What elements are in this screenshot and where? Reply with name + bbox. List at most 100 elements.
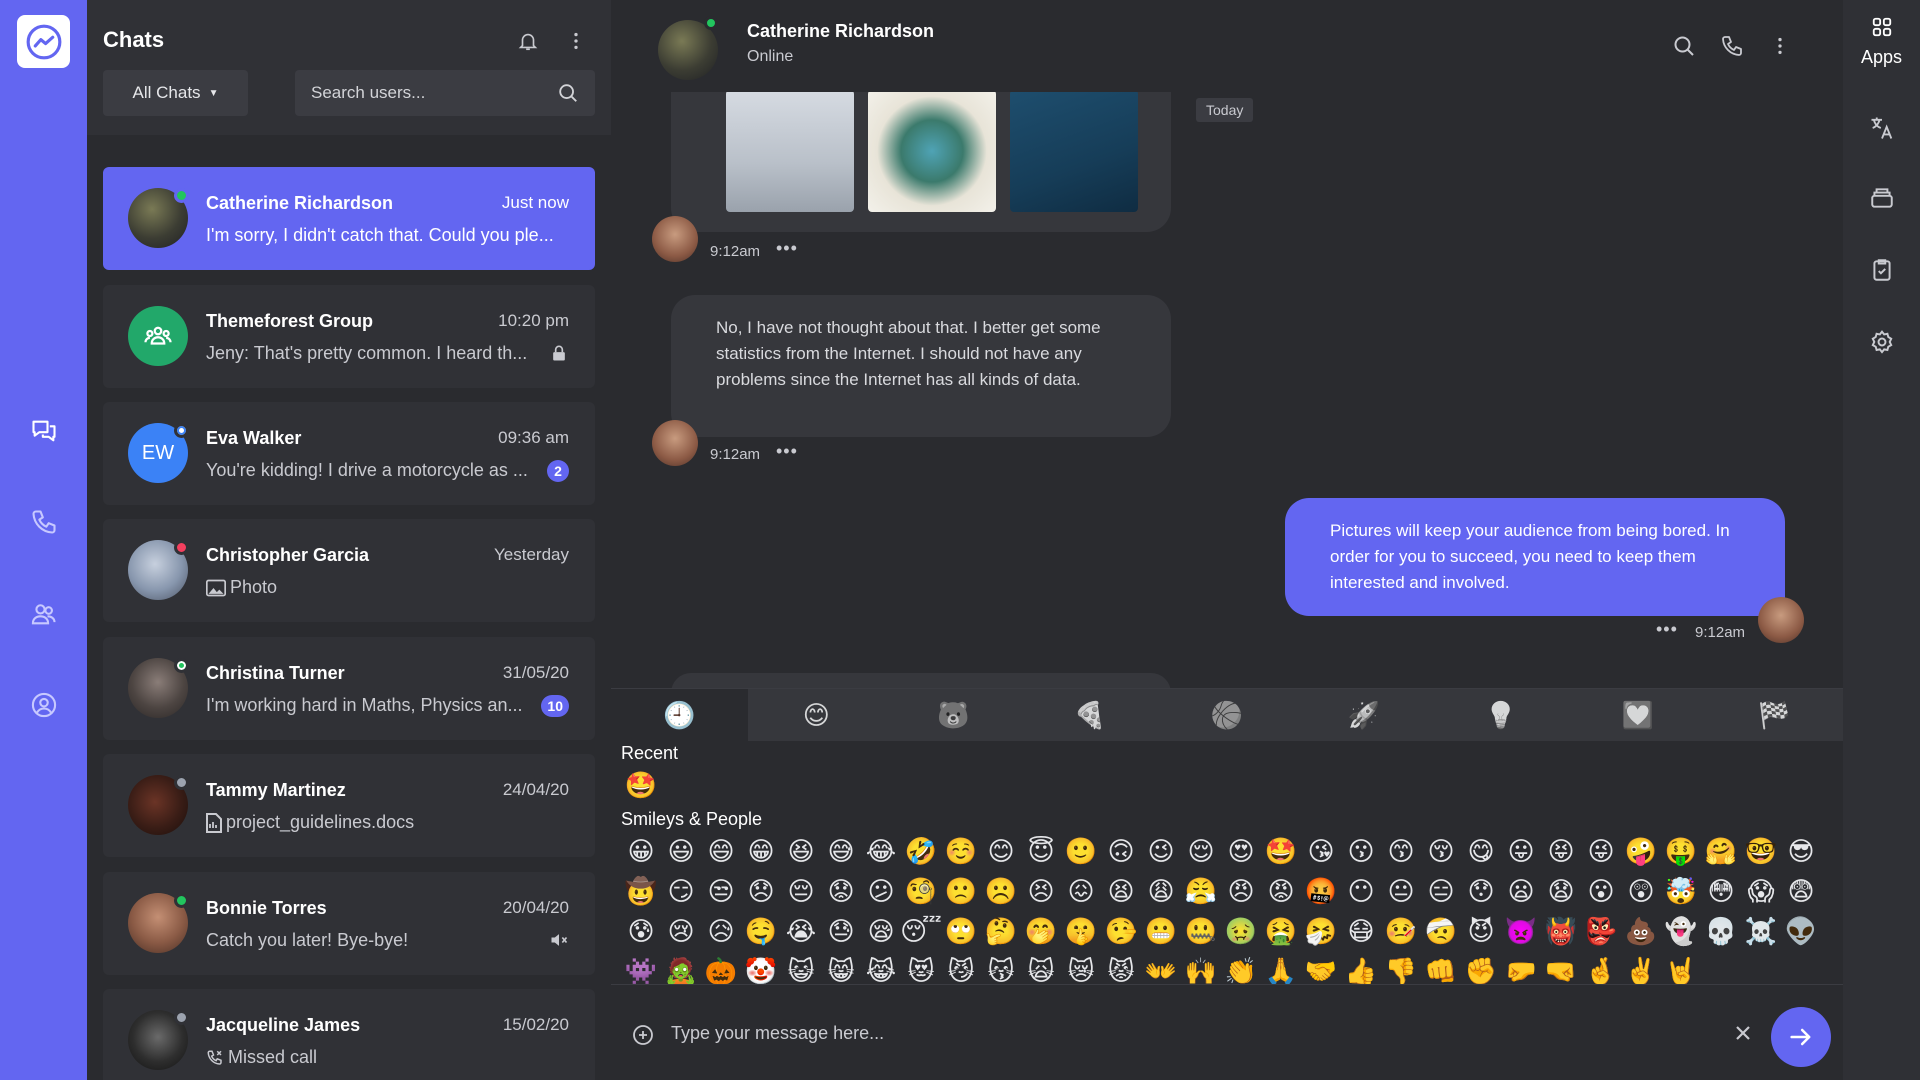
translate-icon[interactable] [1843,108,1920,148]
tab-animals[interactable]: 🐻 [885,689,1022,741]
emoji-item[interactable]: 😰 [621,911,661,951]
emoji-item[interactable]: ☺️ [941,831,981,871]
emoji-item[interactable]: 🤒 [1381,911,1421,951]
more-vertical-icon[interactable] [563,28,589,54]
emoji-item[interactable]: 💩 [1621,911,1661,951]
emoji-item[interactable]: 😯 [1461,871,1501,911]
emoji-item[interactable]: ☠️ [1741,911,1781,951]
tab-food[interactable]: 🍕 [1022,689,1159,741]
gear-icon[interactable] [1843,322,1920,362]
emoji-item[interactable]: 🤮 [1261,911,1301,951]
chat-item-jacqueline-james[interactable]: Jacqueline James 15/02/20 Missed call [103,989,595,1080]
tab-activities[interactable]: 🏀 [1159,689,1296,741]
emoji-item[interactable]: 😈 [1461,911,1501,951]
tab-travel[interactable]: 🚀 [1295,689,1432,741]
emoji-item[interactable]: 😬 [1141,911,1181,951]
emoji-item[interactable]: 😙 [1381,831,1421,871]
emoji-item[interactable]: 😤 [1181,871,1221,911]
emoji-item[interactable]: 😴 [900,911,942,951]
chat-item-bonnie-torres[interactable]: Bonnie Torres 20/04/20 Catch you later! … [103,872,595,975]
emoji-item[interactable]: 😍 [1221,831,1261,871]
tab-objects[interactable]: 💡 [1432,689,1569,741]
image-thumbnail[interactable] [868,90,996,212]
chat-item-themeforest-group[interactable]: Themeforest Group 10:20 pm Jeny: That's … [103,285,595,388]
emoji-item[interactable]: 😝 [1541,831,1581,871]
emoji-item[interactable]: 😖 [1061,871,1101,911]
emoji-item[interactable]: 😎 [1781,831,1821,871]
emoji-item[interactable]: 🤧 [1301,911,1341,951]
emoji-item[interactable]: 😕 [861,871,901,911]
emoji-item[interactable]: 😟 [821,871,861,911]
emoji-item[interactable]: 😜 [1581,831,1621,871]
chat-item-christina-turner[interactable]: Christina Turner 31/05/20 I'm working ha… [103,637,595,740]
search-icon[interactable] [557,82,579,104]
chat-item-eva-walker[interactable]: EW Eva Walker 09:36 am You're kidding! I… [103,402,595,505]
emoji-item[interactable]: 😶 [1341,871,1381,911]
message-options-button[interactable]: ••• [776,441,798,462]
add-attachment-icon[interactable] [631,1023,655,1047]
tab-symbols[interactable]: 💟 [1569,689,1706,741]
emoji-item[interactable]: 😣 [1021,871,1061,911]
emoji-item[interactable]: 😁 [741,831,781,871]
emoji-item[interactable]: 🤠 [621,871,661,911]
emoji-item[interactable]: 👹 [1541,911,1581,951]
image-thumbnail[interactable] [726,90,854,212]
emoji-item[interactable]: 🤬 [1301,871,1341,911]
emoji-item[interactable]: 😞 [741,871,781,911]
emoji-item[interactable]: 😏 [661,871,701,911]
emoji-item[interactable]: 👺 [1581,911,1621,951]
emoji-item[interactable]: 😃 [661,831,701,871]
clipboard-check-icon[interactable] [1843,250,1920,290]
emoji-item[interactable]: 😡 [1261,871,1301,911]
emoji-item[interactable]: 🙁 [941,871,981,911]
nav-contacts-icon[interactable] [0,589,87,639]
image-thumbnail[interactable] [1010,90,1138,212]
emoji-item[interactable]: 🤔 [981,911,1021,951]
emoji-item[interactable]: 😀 [621,831,661,871]
emoji-item[interactable]: 🤪 [1621,831,1661,871]
emoji-item[interactable]: 🤩 [1261,831,1301,871]
emoji-item[interactable]: 😑 [1421,871,1461,911]
tab-flags[interactable]: 🏁 [1706,689,1843,741]
nav-chats-icon[interactable] [0,406,87,456]
emoji-item[interactable]: 🤑 [1661,831,1701,871]
emoji-item[interactable]: 😂 [861,831,901,871]
emoji-item[interactable]: 😘 [1301,831,1341,871]
emoji-item[interactable]: 😗 [1341,831,1381,871]
emoji-item[interactable]: 😪 [861,911,901,951]
emoji-item[interactable]: 😇 [1021,831,1061,871]
archive-icon[interactable] [1843,178,1920,218]
emoji-item[interactable]: 😧 [1541,871,1581,911]
emoji-item[interactable]: 🤩 [621,765,661,805]
apps-button[interactable]: Apps [1843,16,1920,68]
message-options-button[interactable]: ••• [1656,619,1678,640]
emoji-item[interactable]: 🤓 [1741,831,1781,871]
emoji-item[interactable]: 🤫 [1061,911,1101,951]
emoji-item[interactable]: 🙄 [941,911,981,951]
emoji-item[interactable]: 🤕 [1421,911,1461,951]
emoji-item[interactable]: 😆 [781,831,821,871]
bell-icon[interactable] [515,28,541,54]
chat-item-tammy-martinez[interactable]: Tammy Martinez 24/04/20 project_guidelin… [103,754,595,857]
emoji-item[interactable]: 😥 [701,911,741,951]
emoji-item[interactable]: 🤯 [1661,871,1701,911]
messenger-logo-icon[interactable] [17,15,70,68]
emoji-item[interactable]: ☹️ [981,871,1021,911]
emoji-item[interactable]: 👽 [1781,911,1821,951]
message-input[interactable] [671,1007,1671,1059]
emoji-item[interactable]: 😚 [1421,831,1461,871]
emoji-item[interactable]: 😮 [1581,871,1621,911]
emoji-item[interactable]: 💀 [1701,911,1741,951]
contact-name[interactable]: Catherine Richardson [747,21,934,42]
emoji-item[interactable]: 😨 [1781,871,1821,911]
emoji-item[interactable]: 😔 [781,871,821,911]
emoji-item[interactable]: 😅 [821,831,861,871]
search-icon[interactable] [1671,33,1697,59]
emoji-item[interactable]: 🙂 [1061,831,1101,871]
emoji-item[interactable]: 👿 [1501,911,1541,951]
emoji-item[interactable]: 😓 [821,911,861,951]
emoji-item[interactable]: 👻 [1661,911,1701,951]
tab-recent[interactable]: 🕘 [611,689,748,741]
chat-filter-dropdown[interactable]: All Chats ▼ [103,70,248,116]
emoji-item[interactable]: 😒 [701,871,741,911]
